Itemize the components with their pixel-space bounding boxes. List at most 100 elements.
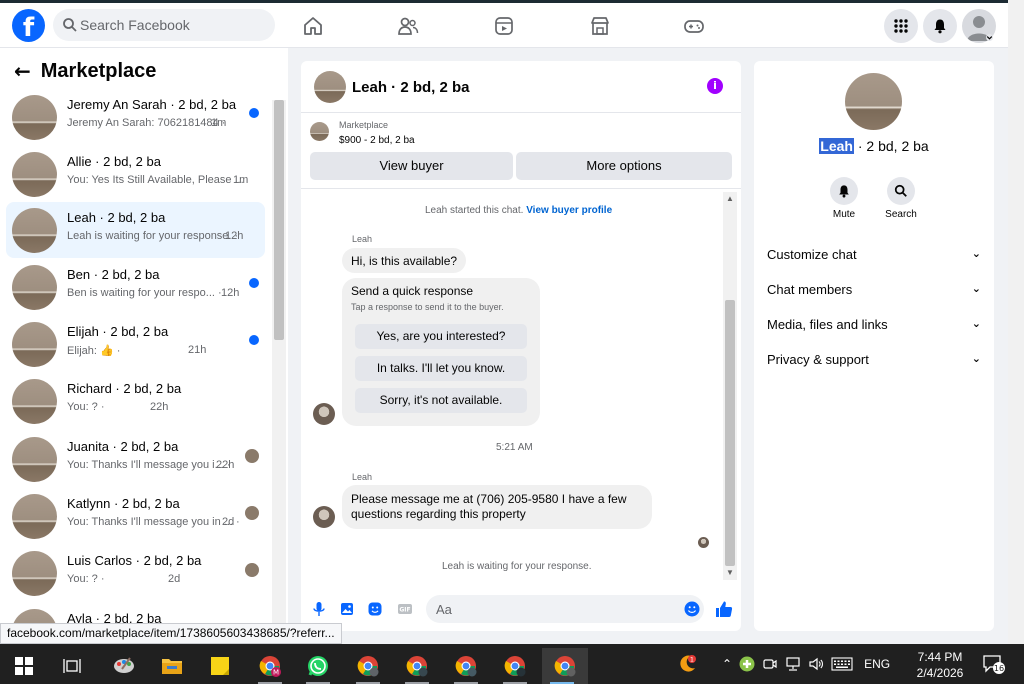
chevron-up-icon[interactable]: ⌃	[722, 657, 732, 671]
customize-chat-row[interactable]: Customize chat ⌄	[767, 247, 981, 267]
conversation-item[interactable]: Jeremy An Sarah · 2 bd, 2 ba Jeremy An Sa…	[6, 89, 265, 145]
buyer-avatar[interactable]	[313, 403, 335, 425]
notifications-button[interactable]	[923, 9, 957, 43]
account-chevron-icon[interactable]	[985, 34, 994, 41]
menu-grid-button[interactable]	[884, 9, 918, 43]
message-sender: Leah	[352, 234, 373, 244]
quick-response-yes[interactable]: Yes, are you interested?	[355, 324, 527, 349]
chat-members-row[interactable]: Chat members ⌄	[767, 282, 981, 302]
conversation-time: 22h	[216, 459, 235, 471]
thumbs-up-icon[interactable]	[715, 600, 733, 618]
conversation-item[interactable]: Richard · 2 bd, 2 ba You: ? · 22h	[6, 373, 265, 429]
marketplace-icon[interactable]	[589, 15, 611, 37]
emoji-icon[interactable]	[684, 601, 700, 617]
taskbar-app-paint[interactable]	[104, 648, 144, 684]
view-buyer-profile-link[interactable]: View buyer profile	[526, 205, 612, 216]
scroll-up-arrow-icon[interactable]: ▲	[726, 194, 734, 203]
input-language[interactable]: ENG	[864, 657, 890, 671]
taskbar-app-chrome-profile-m[interactable]: M	[250, 648, 290, 684]
inbox-scrollbar[interactable]	[272, 100, 286, 640]
info-icon[interactable]: i	[707, 78, 723, 94]
taskbar-app-chrome-4[interactable]	[495, 648, 535, 684]
conversation-item[interactable]: Katlynn · 2 bd, 2 ba You: Thanks I'll mes…	[6, 488, 265, 544]
chat-started-notice: Leah started this chat. View buyer profi…	[425, 205, 612, 216]
quick-response-card: Send a quick response Tap a response to …	[342, 278, 540, 426]
message-bubble[interactable]: Hi, is this available?	[342, 248, 467, 273]
search-action[interactable]: Search	[876, 177, 926, 220]
conversation-thumb	[12, 208, 57, 253]
start-button[interactable]	[4, 648, 44, 684]
conversation-name: Leah · 2 bd, 2 ba	[67, 210, 166, 225]
conversation-snippet: You: ? ·	[67, 401, 105, 413]
gaming-icon[interactable]	[683, 15, 705, 37]
scroll-down-arrow-icon[interactable]: ▼	[726, 568, 734, 577]
taskbar-app-file-explorer[interactable]	[152, 648, 192, 684]
conversation-snippet: You: Yes Its Still Available, Please ...	[67, 174, 244, 186]
conversation-name: Allie · 2 bd, 2 ba	[67, 154, 161, 169]
media-files-links-row[interactable]: Media, files and links ⌄	[767, 317, 981, 337]
search-input[interactable]	[80, 9, 268, 41]
conversation-item[interactable]: Ben · 2 bd, 2 ba Ben is waiting for your …	[6, 259, 265, 315]
volume-icon[interactable]	[808, 656, 824, 672]
listing-photo[interactable]	[314, 71, 346, 103]
facebook-logo[interactable]: f	[12, 9, 45, 42]
weather-widget[interactable]: 1	[676, 644, 698, 684]
page-title: Marketplace	[40, 59, 157, 82]
conversation-item[interactable]: Juanita · 2 bd, 2 ba You: Thanks I'll mes…	[6, 431, 265, 487]
conversation-item[interactable]: Elijah · 2 bd, 2 ba Elijah: 👍 · 21h	[6, 316, 265, 372]
listing-card: Marketplace $900 - 2 bd, 2 ba View buyer…	[301, 113, 741, 189]
section-label: Media, files and links	[767, 317, 888, 332]
photo-icon[interactable]	[339, 601, 355, 617]
inbox-scrollbar-thumb[interactable]	[274, 100, 284, 340]
conversation-item[interactable]: Luis Carlos · 2 bd, 2 ba You: ? · 2d	[6, 545, 265, 601]
details-photo[interactable]	[845, 73, 902, 130]
conversation-time: 12h	[225, 230, 244, 242]
search-box[interactable]	[53, 9, 275, 41]
friends-icon[interactable]	[397, 15, 419, 37]
conversation-snippet: Jeremy An Sarah: 7062181484 ·	[67, 117, 226, 129]
conversation-item[interactable]: Leah · 2 bd, 2 ba Leah is waiting for you…	[6, 202, 265, 258]
network-icon[interactable]	[785, 656, 801, 672]
window-scrollbar[interactable]	[1008, 0, 1024, 644]
home-icon[interactable]	[302, 15, 324, 37]
taskbar-app-chrome-2[interactable]	[397, 648, 437, 684]
taskbar-app-chrome-1[interactable]	[348, 648, 388, 684]
task-view-button[interactable]	[52, 648, 92, 684]
conversation-item[interactable]: Allie · 2 bd, 2 ba You: Yes Its Still Ava…	[6, 146, 265, 202]
taskbar-app-whatsapp[interactable]	[298, 648, 338, 684]
chat-scrollbar-thumb[interactable]	[725, 300, 735, 566]
security-shield-icon[interactable]	[739, 656, 755, 672]
back-arrow-icon[interactable]: ←	[14, 59, 31, 83]
read-receipt-avatar	[245, 563, 259, 577]
quick-response-not-available[interactable]: Sorry, it's not available.	[355, 388, 527, 413]
message-input[interactable]	[426, 595, 704, 623]
gif-icon[interactable]: GIF	[397, 601, 413, 617]
more-options-button[interactable]: More options	[516, 152, 732, 180]
conversation-thumb	[12, 379, 57, 424]
chevron-down-icon: ⌄	[971, 317, 981, 330]
details-name-rest: · 2 bd, 2 ba	[853, 138, 929, 154]
message-bubble[interactable]: Please message me at (706) 205-9580 I ha…	[342, 485, 652, 529]
chat-title[interactable]: Leah · 2 bd, 2 ba	[352, 79, 470, 96]
taskbar-app-chrome-active[interactable]	[542, 648, 588, 684]
mute-action[interactable]: Mute	[819, 177, 869, 220]
conversation-thumb	[12, 551, 57, 596]
taskbar-app-chrome-3[interactable]	[446, 648, 486, 684]
microphone-icon[interactable]	[311, 601, 327, 617]
camera-icon[interactable]	[762, 656, 778, 672]
action-center-button[interactable]: 16	[982, 644, 1008, 684]
taskbar-clock[interactable]: 7:44 PM 2/4/2026	[910, 649, 970, 681]
taskbar-app-sticky-notes[interactable]	[200, 648, 240, 684]
quick-response-subtitle: Tap a response to send it to the buyer.	[351, 302, 504, 312]
unread-dot	[249, 335, 259, 345]
chat-scrollbar[interactable]: ▲ ▼	[723, 192, 737, 580]
buyer-avatar[interactable]	[313, 506, 335, 528]
watch-icon[interactable]	[493, 15, 515, 37]
keyboard-icon[interactable]	[831, 657, 853, 671]
conversation-thumb	[12, 265, 57, 310]
privacy-support-row[interactable]: Privacy & support ⌄	[767, 352, 981, 372]
listing-thumb	[310, 122, 329, 141]
sticker-icon[interactable]	[367, 601, 383, 617]
quick-response-in-talks[interactable]: In talks. I'll let you know.	[355, 356, 527, 381]
view-buyer-button[interactable]: View buyer	[310, 152, 513, 180]
